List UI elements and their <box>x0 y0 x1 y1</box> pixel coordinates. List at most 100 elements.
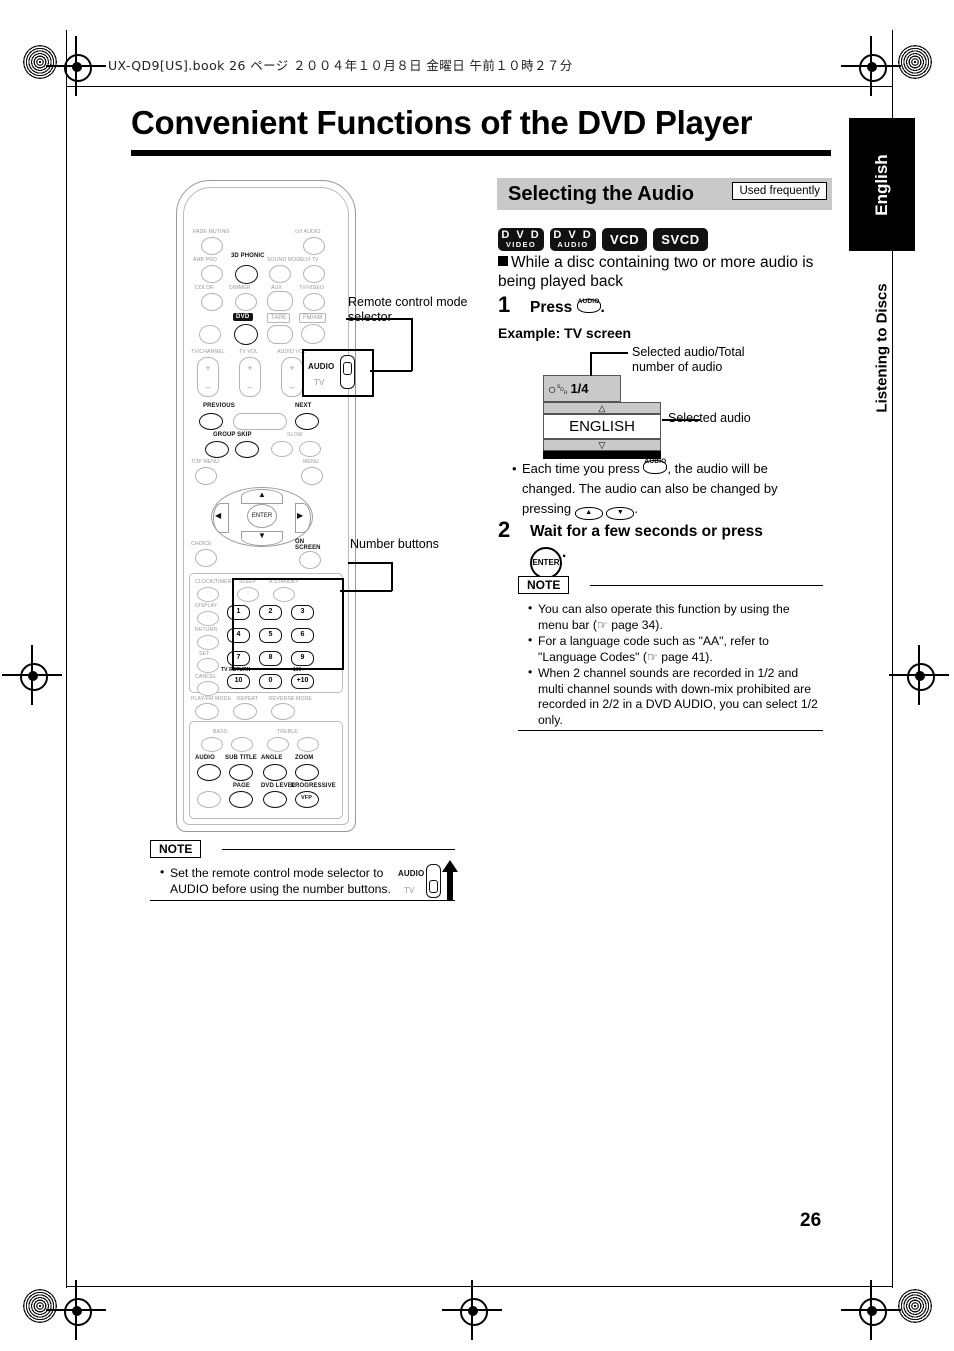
speaker-icon: ○␁ <box>548 380 568 397</box>
number-callout-line-h <box>340 590 392 592</box>
remote-number-plus10[interactable]: +10 <box>291 674 314 689</box>
remote-button-standby-tv[interactable] <box>303 265 325 283</box>
remote-button-clock-timer[interactable] <box>197 587 219 602</box>
remote-button-on-screen[interactable] <box>299 551 321 569</box>
remote-label-top-menu: TOP MENU <box>191 459 219 465</box>
up-key-icon: ▲ <box>574 507 603 520</box>
crop-line-bottom <box>66 1286 892 1288</box>
remote-button-stop[interactable] <box>233 413 287 430</box>
remote-button-tv-video[interactable] <box>303 293 325 311</box>
tv-screen-footer <box>543 451 661 459</box>
remote-button-standby-audio[interactable] <box>303 237 325 255</box>
note-rule-top-right <box>590 585 823 587</box>
remote-button-set[interactable] <box>197 658 219 673</box>
remote-button-dvd-level[interactable] <box>263 791 287 808</box>
registration-mark-mid-right <box>889 645 949 705</box>
down-key-icon: ▼ <box>606 507 635 520</box>
remote-volume-tv-vol[interactable]: + – <box>239 357 261 397</box>
remote-label-tv-channel: TV/CHANNEL <box>191 349 225 355</box>
remote-button-circle-left[interactable] <box>197 791 221 808</box>
mode-selector-callout-line-v <box>411 318 413 371</box>
remote-button-aux[interactable] <box>267 291 293 311</box>
remote-button-previous[interactable] <box>199 413 223 430</box>
remote-button-3d-phonic[interactable] <box>235 265 258 284</box>
remote-button-dimmer[interactable] <box>235 293 257 311</box>
up-arrow-icon <box>442 860 458 900</box>
tv-screen-header: ○␁ 1/4 <box>543 375 621 402</box>
remote-button-display[interactable] <box>197 611 219 626</box>
remote-button-top-menu[interactable] <box>195 467 217 485</box>
remote-button-slow-fwd[interactable] <box>299 441 321 457</box>
remote-button-group-next[interactable] <box>235 441 259 458</box>
tv-screen-example: ○␁ 1/4 △ ENGLISH ▽ <box>543 375 661 459</box>
remote-label-group-skip: GROUP SKIP <box>213 432 252 438</box>
remote-label-reverse-mode: REVERSE MODE <box>269 696 312 702</box>
remote-label-dimmer: DIMMER <box>229 285 251 291</box>
remote-button-menu[interactable] <box>301 467 323 485</box>
remote-button-audio[interactable] <box>197 764 221 781</box>
remote-button-cancel[interactable] <box>197 681 219 696</box>
square-bullet-icon <box>498 256 508 266</box>
remote-volume-tv-channel[interactable]: + – <box>197 357 219 397</box>
remote-button-sound-mode[interactable] <box>269 265 291 283</box>
note-tag-bottom: NOTE <box>150 840 202 858</box>
callout-selected-total: Selected audio/Total number of audio <box>632 345 745 374</box>
remote-button-fm-am[interactable] <box>301 324 325 344</box>
remote-label-zoom: ZOOM <box>295 755 314 761</box>
badge-dvd-audio: D V D AUDIO <box>550 228 596 251</box>
remote-button-slow-rev[interactable] <box>271 441 293 457</box>
remote-button-play-fm-mode[interactable] <box>195 703 219 720</box>
remote-button-angle[interactable] <box>263 764 287 781</box>
remote-button-pause[interactable] <box>199 325 221 344</box>
remote-button-tape[interactable] <box>267 325 293 344</box>
remote-label-ahb-pro: AHB PRO <box>193 257 218 263</box>
remote-button-group-prev[interactable] <box>205 441 229 458</box>
audio-fraction: 1/4 <box>570 381 589 396</box>
remote-button-next[interactable] <box>295 413 319 430</box>
note-rule-bottom-right <box>518 730 823 732</box>
page-title: Convenient Functions of the DVD Player <box>131 104 753 141</box>
step-1-text: Press AUDIO. <box>530 298 605 316</box>
remote-button-bass-minus[interactable] <box>201 737 223 752</box>
remote-button-choice[interactable] <box>195 549 217 567</box>
remote-label-page: PAGE <box>233 783 250 789</box>
remote-volume-audio-vol[interactable]: + – <box>281 357 303 397</box>
remote-button-bass-plus[interactable] <box>231 737 253 752</box>
remote-control-diagram: FADE MUTING ⏻/I AUDIO AHB PRO 3D PHONIC … <box>176 180 356 832</box>
note-box-bottom: NOTE Set the remote control mode selecto… <box>150 840 458 902</box>
remote-label-bass: BASS <box>213 729 228 735</box>
number-callout-line-h2 <box>348 562 392 564</box>
note-item: When 2 channel sounds are recorded in 1/… <box>528 665 823 728</box>
remote-button-page[interactable] <box>229 791 253 808</box>
chevron-left-icon: ◀ <box>215 511 222 520</box>
remote-button-enter[interactable]: ENTER <box>247 504 277 528</box>
tv-up-arrow-bar: △ <box>543 402 661 414</box>
example-label: Example: TV screen <box>498 325 632 341</box>
manual-page: UX-QD9[US].book 26 ページ ２００４年１０月８日 金曜日 午前… <box>0 0 954 1351</box>
remote-button-return[interactable] <box>197 635 219 650</box>
remote-button-ahb-pro[interactable] <box>201 265 223 283</box>
mode-selector-audio-label: AUDIO <box>308 362 335 371</box>
disc-format-badges: D V D VIDEO D V D AUDIO VCD SVCD <box>498 228 708 251</box>
registration-mark-bottom-left <box>46 1280 106 1340</box>
remote-label-color: COLOR <box>195 285 214 291</box>
remote-label-sub-title: SUB TITLE <box>225 755 257 761</box>
registration-mark-top-left <box>46 36 106 96</box>
remote-button-treble-minus[interactable] <box>267 737 289 752</box>
remote-label-treble: TREBLE <box>277 729 298 735</box>
remote-number-0[interactable]: 0 <box>259 674 282 689</box>
remote-button-sub-title[interactable] <box>229 764 253 781</box>
remote-number-10[interactable]: 10 <box>227 674 250 689</box>
remote-button-fade-muting[interactable] <box>201 237 223 255</box>
section-heading: Selecting the Audio <box>508 183 694 205</box>
remote-button-repeat[interactable] <box>233 703 257 720</box>
remote-button-zoom[interactable] <box>295 764 319 781</box>
remote-button-treble-plus[interactable] <box>297 737 319 752</box>
mode-selector-knob[interactable] <box>343 362 352 375</box>
remote-label-tv-vol: TV VOL <box>239 349 259 355</box>
remote-button-reverse-mode[interactable] <box>271 703 295 720</box>
remote-button-dvd-play[interactable] <box>234 324 258 345</box>
registration-mark-top-right <box>841 36 901 96</box>
callout-line-top-v <box>590 352 592 376</box>
remote-button-color[interactable] <box>201 293 223 311</box>
